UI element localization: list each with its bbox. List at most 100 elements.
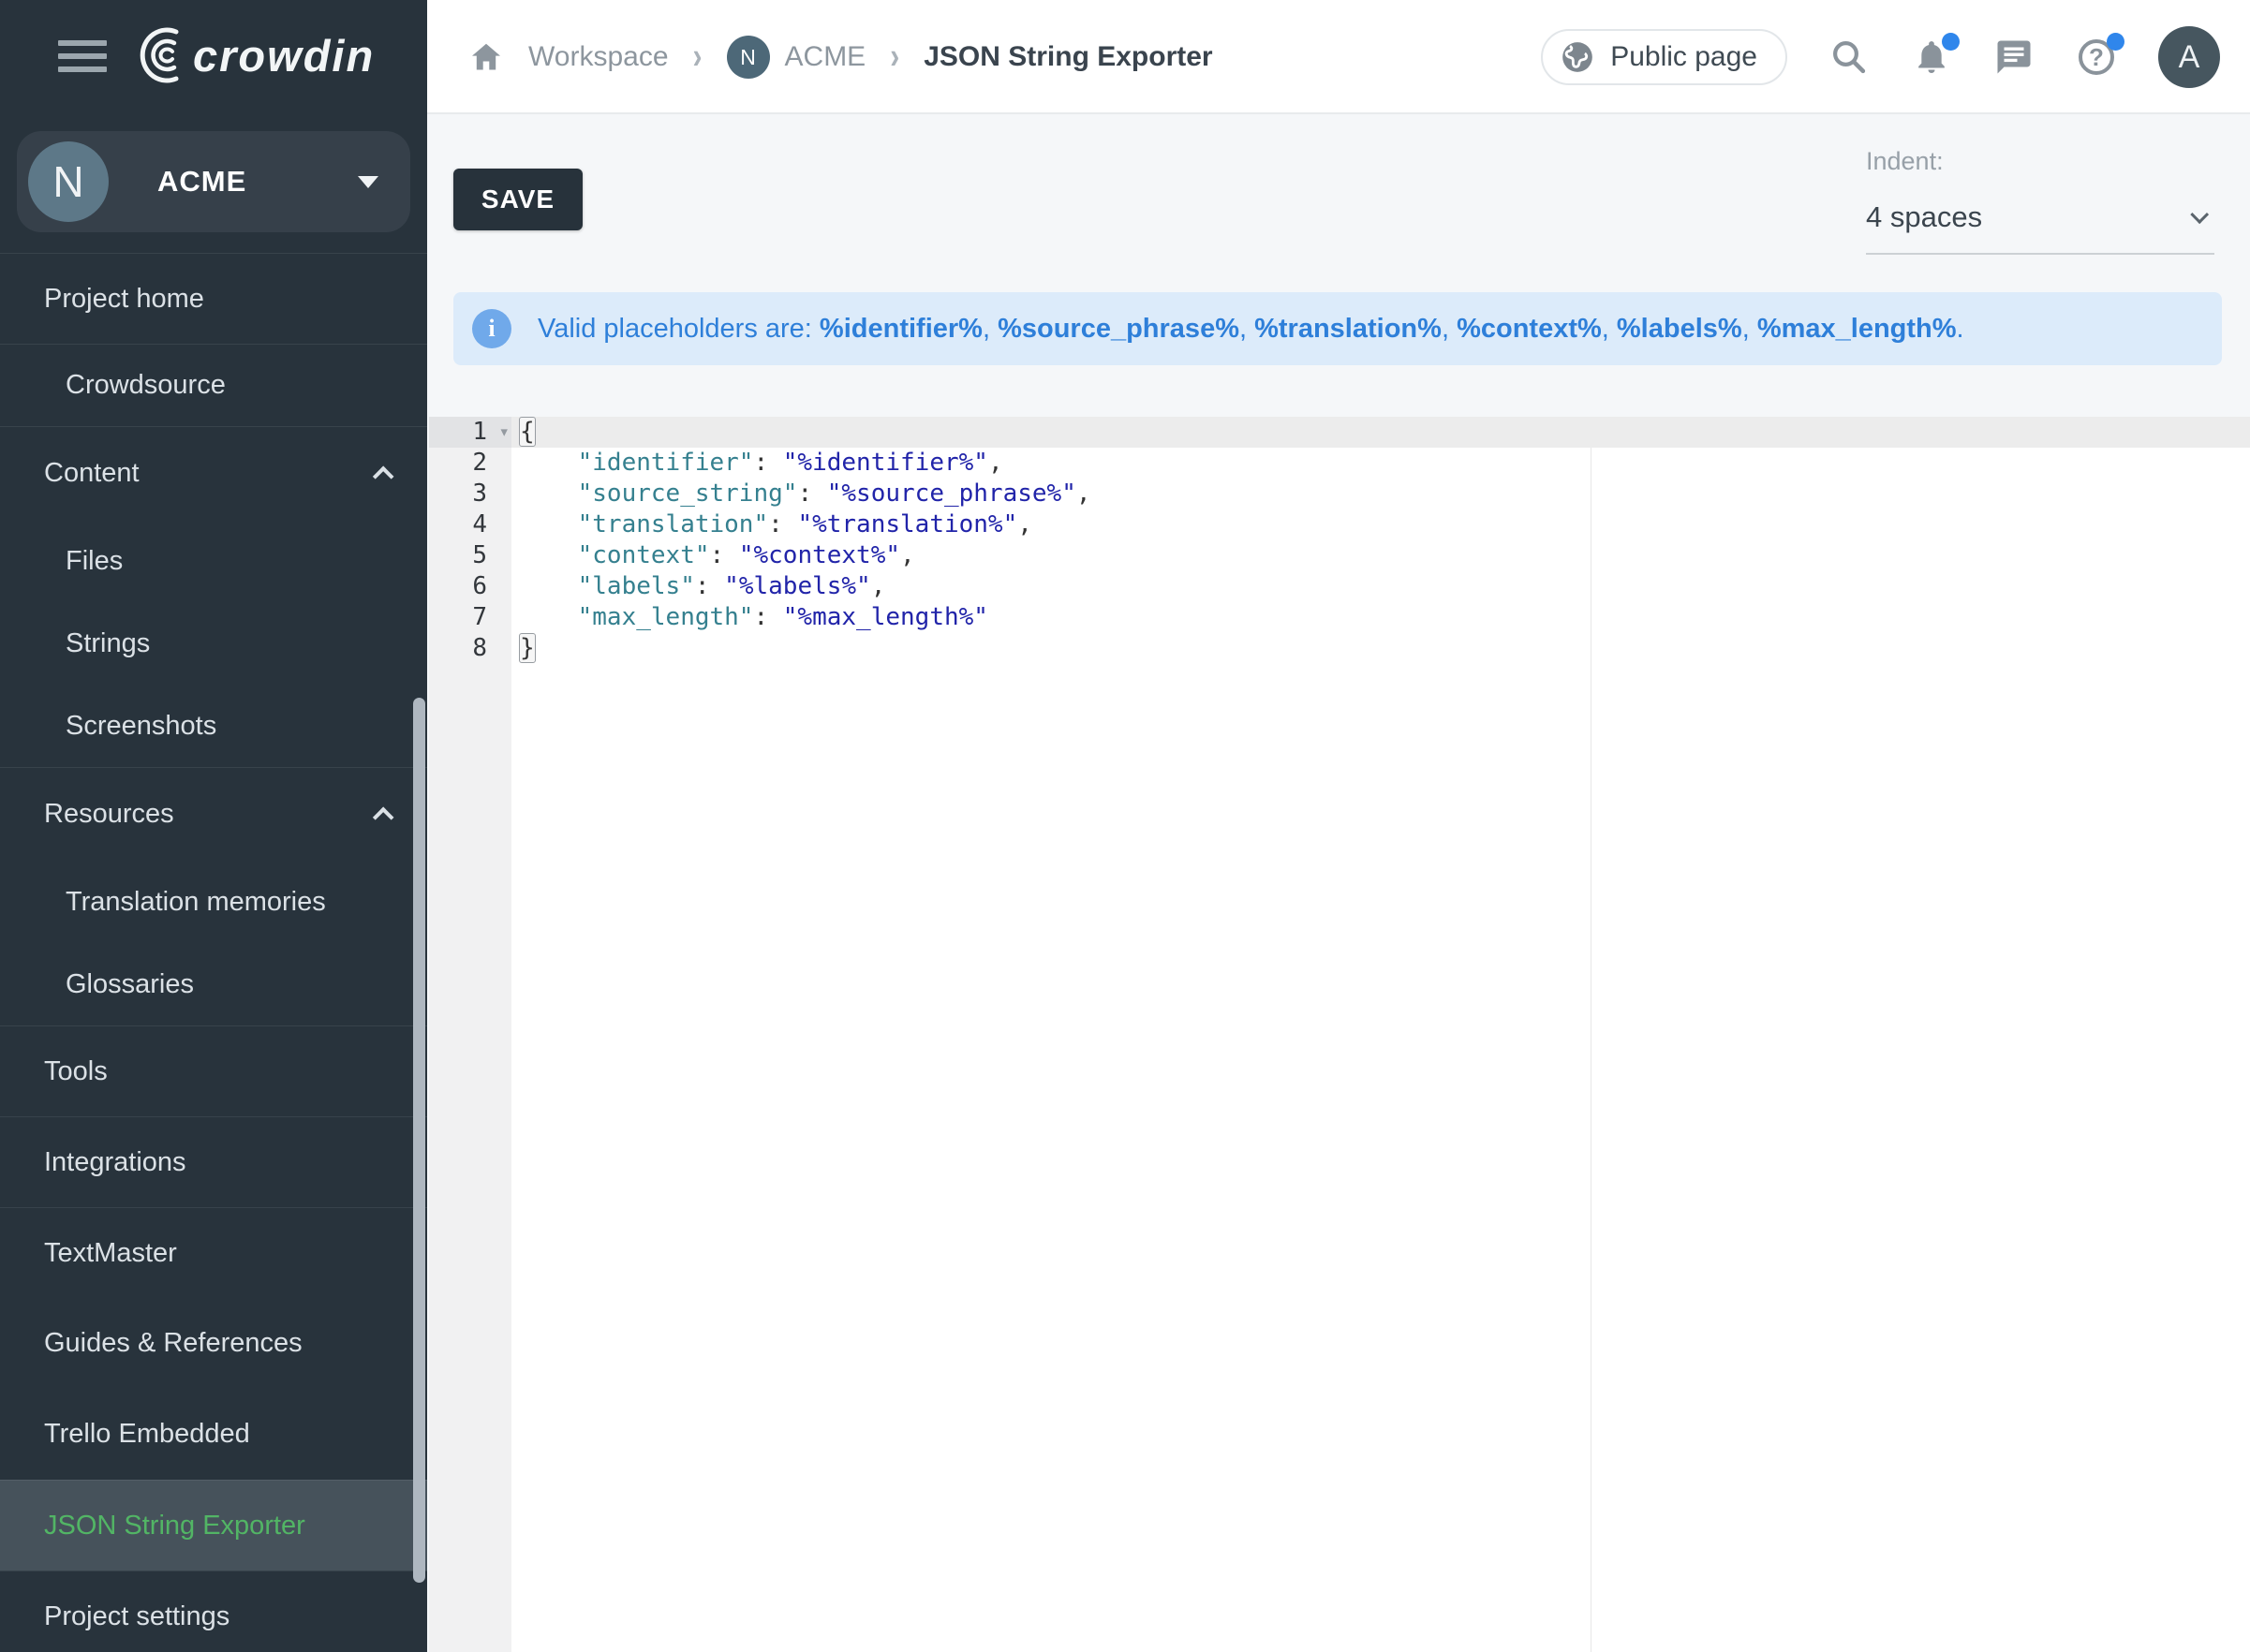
breadcrumb-item-label: ACME [785, 41, 866, 73]
sidebar-item-project-settings[interactable]: Project settings [0, 1571, 427, 1652]
sidebar-scrollbar[interactable] [413, 698, 425, 1583]
breadcrumb-item-json-string-exporter[interactable]: JSON String Exporter [924, 41, 1212, 73]
indent-selected-value: 4 spaces [1866, 200, 1982, 234]
breadcrumb-project-badge: N [727, 36, 770, 79]
notifications-bell-icon[interactable] [1911, 37, 1952, 78]
sidebar-item-label: Strings [66, 628, 150, 659]
crowdin-logo[interactable]: crowdin [127, 24, 375, 86]
breadcrumb-separator-icon: › [890, 37, 899, 78]
code-line-1[interactable]: 1▾ { [429, 417, 2250, 448]
code-line-8[interactable]: 8} [429, 633, 2250, 664]
sidebar-item-textmaster[interactable]: TextMaster [0, 1207, 427, 1298]
code-line-7[interactable]: 7 "max_length": "%max_length%" [429, 602, 2250, 633]
sidebar-item-glossaries[interactable]: Glossaries [0, 943, 427, 1025]
code-token: "%translation%" [797, 510, 1017, 538]
help-icon[interactable]: ? [2076, 37, 2117, 78]
code-token: "max_length" [578, 603, 754, 631]
line-number: 6 [429, 571, 511, 602]
fold-toggle-icon[interactable]: ▾ [499, 417, 510, 448]
line-number: 3 [429, 479, 511, 509]
code-token: , [900, 541, 915, 569]
code-line-2[interactable]: 2 "identifier": "%identifier%", [429, 448, 2250, 479]
code-token: : [710, 541, 739, 569]
code-line-6[interactable]: 6 "labels": "%labels%", [429, 571, 2250, 602]
breadcrumb-item-acme[interactable]: N ACME [727, 36, 866, 79]
user-avatar[interactable]: A [2158, 26, 2220, 88]
main-content: SAVE Indent: 4 spaces i Valid placeholde… [427, 114, 2250, 1652]
indent-label: Indent: [1866, 147, 2214, 176]
code-line-4[interactable]: 4 "translation": "%translation%", [429, 509, 2250, 540]
placeholder-token: %labels% [1617, 314, 1742, 344]
sidebar-item-strings[interactable]: Strings [0, 602, 427, 685]
sidebar-nav: Project home Crowdsource Content Files Strin… [0, 253, 427, 1652]
chevron-down-icon [2190, 205, 2209, 224]
line-number: 7 [429, 602, 511, 633]
code-line-content: "identifier": "%identifier%", [511, 448, 2250, 479]
code-token [519, 479, 578, 508]
code-editor[interactable]: 1▾ {2 "identifier": "%identifier%",3 "sou… [429, 417, 2250, 1652]
line-number: 4 [429, 509, 511, 540]
messages-icon[interactable] [1993, 37, 2035, 78]
sidebar-item-project-home[interactable]: Project home [0, 253, 427, 344]
sidebar-item-label: Files [66, 546, 123, 577]
placeholder-token: %identifier% [820, 314, 983, 344]
code-line-content: } [511, 633, 2250, 664]
info-banner: i Valid placeholders are: %identifier%, … [453, 292, 2222, 365]
hamburger-menu-icon[interactable] [58, 40, 107, 80]
line-number: 2 [429, 448, 511, 479]
top-bar-dark-section: crowdin [0, 0, 427, 114]
caret-down-icon [358, 176, 378, 188]
crowdin-logo-text: crowdin [193, 30, 375, 81]
sidebar-item-tools[interactable]: Tools [0, 1025, 427, 1116]
public-page-button[interactable]: Public page [1541, 29, 1787, 85]
home-icon[interactable] [468, 40, 504, 74]
code-line-content: "source_string": "%source_phrase%", [511, 479, 2250, 509]
sidebar-item-label: Integrations [44, 1147, 186, 1178]
sidebar-item-label: Project settings [44, 1601, 229, 1632]
sidebar-item-translation-memories[interactable]: Translation memories [0, 861, 427, 943]
sidebar-item-screenshots[interactable]: Screenshots [0, 685, 427, 767]
code-line-5[interactable]: 5 "context": "%context%", [429, 540, 2250, 571]
sidebar-item-crowdsource[interactable]: Crowdsource [0, 344, 427, 426]
code-token: , [988, 449, 1003, 477]
code-token: : [753, 603, 782, 631]
line-number: 5 [429, 540, 511, 571]
sidebar-item-json-string-exporter[interactable]: JSON String Exporter [0, 1480, 427, 1571]
sidebar-item-trello-embedded[interactable]: Trello Embedded [0, 1389, 427, 1480]
chevron-up-icon [373, 806, 394, 828]
indent-select[interactable]: 4 spaces [1866, 200, 2214, 255]
project-name: ACME [157, 165, 358, 199]
code-token: : [753, 449, 782, 477]
sidebar-item-resources[interactable]: Resources [0, 767, 427, 861]
line-number: 1▾ [429, 417, 511, 448]
sidebar-item-label: TextMaster [44, 1238, 177, 1269]
code-line-content: "translation": "%translation%", [511, 509, 2250, 540]
sidebar-item-label: Crowdsource [66, 370, 226, 401]
save-button[interactable]: SAVE [453, 169, 583, 230]
top-bar: crowdin Workspace›NACME›JSON String Expo… [0, 0, 2250, 114]
sidebar-item-integrations[interactable]: Integrations [0, 1116, 427, 1207]
code-token: "source_string" [578, 479, 798, 508]
info-icon: i [472, 309, 511, 348]
breadcrumb-item-workspace[interactable]: Workspace [528, 41, 669, 73]
search-icon[interactable] [1828, 37, 1870, 78]
code-line-3[interactable]: 3 "source_string": "%source_phrase%", [429, 479, 2250, 509]
sidebar-item-files[interactable]: Files [0, 520, 427, 602]
placeholder-token: %context% [1457, 314, 1602, 344]
indent-control: Indent: 4 spaces [1866, 147, 2214, 255]
code-token: "labels" [578, 572, 695, 600]
sidebar-item-label: Project home [44, 284, 204, 315]
page: crowdin Workspace›NACME›JSON String Expo… [0, 0, 2250, 1652]
sidebar-item-guides-references[interactable]: Guides & References [0, 1298, 427, 1389]
sidebar-item-content[interactable]: Content [0, 426, 427, 520]
code-line-content: { [511, 417, 2250, 448]
code-line-content: "labels": "%labels%", [511, 571, 2250, 602]
code-token: { [519, 417, 536, 447]
public-page-label: Public page [1610, 41, 1757, 73]
line-number: 8 [429, 633, 511, 664]
placeholder-token: %source_phrase% [998, 314, 1239, 344]
sidebar-item-label: Content [44, 458, 140, 489]
code-token [519, 541, 578, 569]
project-selector[interactable]: N ACME [17, 131, 410, 232]
crowdin-logo-icon [127, 24, 185, 86]
